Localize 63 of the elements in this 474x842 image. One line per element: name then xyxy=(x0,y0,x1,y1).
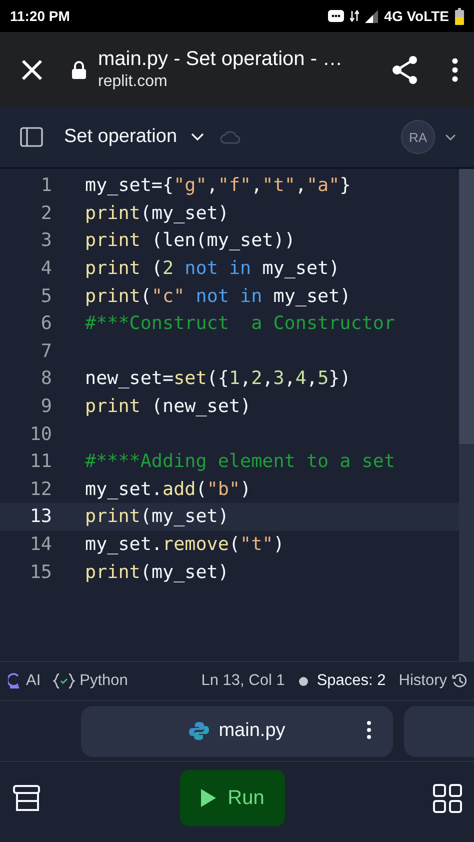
language-label[interactable]: Python xyxy=(80,672,128,690)
line-number: 14 xyxy=(28,534,52,556)
cursor-position[interactable]: Ln 13, Col 1 xyxy=(201,672,285,690)
file-tab[interactable]: main.py xyxy=(81,706,393,756)
page-title: main.py - Set operation - … xyxy=(98,48,344,71)
line-number: 11 xyxy=(28,451,52,472)
line-number: 6 xyxy=(40,313,52,334)
line-number: 8 xyxy=(40,368,52,390)
line-number: 7 xyxy=(40,340,52,362)
ai-label[interactable]: AI xyxy=(26,672,41,690)
code-line: my_set.remove("t") xyxy=(85,534,284,556)
line-number: 4 xyxy=(40,258,52,280)
code-line: print (2 not in my_set) xyxy=(85,258,340,280)
more-menu-icon[interactable] xyxy=(452,58,458,82)
run-button[interactable]: Run xyxy=(180,770,285,826)
code-line: print (new_set) xyxy=(85,396,252,418)
file-name: main.py xyxy=(218,720,286,742)
code-line: #****Adding element to a set xyxy=(85,451,396,472)
battery-icon xyxy=(455,8,464,24)
cloud-icon xyxy=(220,130,242,144)
line-number: 5 xyxy=(40,286,52,307)
line-number: 3 xyxy=(40,230,52,252)
code-line: print (len(my_set)) xyxy=(85,230,296,252)
stacked-panels-icon[interactable] xyxy=(13,784,40,812)
ai-icon xyxy=(8,673,21,689)
play-icon xyxy=(200,789,216,807)
data-arrows-icon xyxy=(350,10,360,22)
code-line: new_set=set({1,2,3,4,5}) xyxy=(85,368,351,390)
line-number: 10 xyxy=(28,424,52,445)
code-line: print(my_set) xyxy=(85,506,229,528)
indent-setting[interactable]: Spaces: 2 xyxy=(316,672,386,690)
line-number: 13 xyxy=(28,506,52,528)
chevron-down-icon[interactable] xyxy=(445,134,456,140)
page-url: replit.com xyxy=(98,73,168,91)
code-line: my_set={"g","f","t","a"} xyxy=(85,175,351,196)
code-line: my_set.add("b") xyxy=(85,478,252,500)
signal-icon xyxy=(365,10,378,22)
more-menu-icon[interactable] xyxy=(367,720,371,738)
project-menu-button[interactable]: Set operation xyxy=(64,126,204,148)
status-dot-icon xyxy=(298,676,308,686)
code-line: #***Construct a Constructor xyxy=(85,313,396,334)
grid-icon[interactable] xyxy=(433,784,462,812)
line-number: 2 xyxy=(40,202,52,224)
sidebar-toggle-icon[interactable] xyxy=(20,127,43,147)
line-number: 15 xyxy=(28,562,52,583)
python-logo-icon xyxy=(188,721,209,741)
scrollbar[interactable] xyxy=(459,169,474,661)
lock-icon xyxy=(72,60,86,78)
chevron-down-icon xyxy=(191,133,204,141)
line-number: 1 xyxy=(40,175,52,196)
line-number: 12 xyxy=(28,478,52,500)
history-label[interactable]: History xyxy=(398,672,447,690)
code-line: print("c" not in my_set) xyxy=(85,286,351,307)
code-line: print(my_set) xyxy=(85,202,229,224)
clock-time: 11:20 PM xyxy=(10,8,70,24)
history-icon[interactable] xyxy=(452,673,468,689)
code-braces-check-icon xyxy=(52,673,75,689)
network-type: 4G VoLTE xyxy=(384,8,449,24)
user-avatar[interactable]: RA xyxy=(401,120,435,154)
line-number: 9 xyxy=(40,396,52,418)
code-line: print(my_set) xyxy=(85,562,229,583)
message-icon xyxy=(328,10,344,22)
share-icon[interactable] xyxy=(392,56,418,84)
